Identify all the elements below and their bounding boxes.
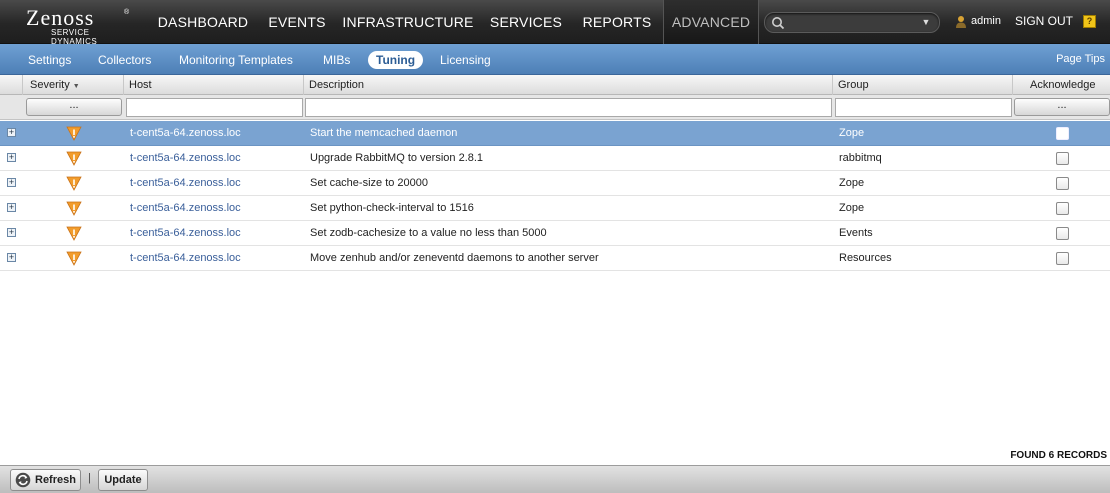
subnav-mibs[interactable]: MIBs: [323, 53, 350, 67]
column-header-severity[interactable]: Severity ▼: [23, 75, 124, 95]
expand-row-icon[interactable]: +: [7, 253, 16, 262]
group-filter-input[interactable]: [835, 98, 1012, 117]
row-host[interactable]: t-cent5a-64.zenoss.loc: [130, 121, 241, 146]
subnav-settings[interactable]: Settings: [28, 53, 71, 67]
row-group: Zope: [839, 202, 865, 214]
expand-row-icon[interactable]: +: [7, 178, 16, 187]
nav-infrastructure[interactable]: INFRASTRUCTURE: [338, 0, 478, 44]
update-button[interactable]: Update: [98, 469, 148, 491]
table-row[interactable]: + t-cent5a-64.zenoss.loc Set zodb-caches…: [0, 221, 1110, 246]
column-header-host[interactable]: Host: [124, 75, 304, 95]
row-group: Zope: [839, 127, 865, 139]
subnav-licensing[interactable]: Licensing: [440, 53, 491, 67]
expander-column-header: [0, 75, 23, 95]
current-user[interactable]: admin: [971, 15, 1001, 27]
sign-out-link[interactable]: SIGN OUT: [1015, 14, 1073, 28]
column-header-group[interactable]: Group: [833, 75, 1013, 95]
search-box[interactable]: ▼: [764, 12, 940, 33]
table-row[interactable]: + t-cent5a-64.zenoss.loc Set python-chec…: [0, 196, 1110, 221]
table-row[interactable]: + t-cent5a-64.zenoss.loc Move zenhub and…: [0, 246, 1110, 271]
acknowledge-checkbox[interactable]: [1056, 252, 1069, 265]
help-icon[interactable]: ?: [1083, 15, 1096, 28]
host-filter-input[interactable]: [126, 98, 303, 117]
chevron-down-icon[interactable]: ▼: [920, 15, 932, 29]
row-description: Start the memcached daemon: [310, 127, 458, 139]
sub-navigation-bar: Settings Collectors Monitoring Templates…: [0, 44, 1110, 75]
row-description: Set zodb-cachesize to a value no less th…: [310, 227, 547, 239]
row-host[interactable]: t-cent5a-64.zenoss.loc: [130, 221, 241, 246]
row-host[interactable]: t-cent5a-64.zenoss.loc: [130, 146, 241, 171]
table-row[interactable]: + t-cent5a-64.zenoss.loc Start the memca…: [0, 121, 1110, 146]
refresh-button[interactable]: Refresh: [10, 469, 81, 491]
warning-severity-icon: [66, 251, 82, 266]
search-icon: [772, 17, 785, 30]
row-group: Zope: [839, 177, 865, 189]
acknowledge-filter-button[interactable]: ...: [1014, 98, 1110, 116]
nav-events[interactable]: EVENTS: [258, 0, 336, 44]
sort-descending-icon: ▼: [72, 83, 80, 90]
row-group: Resources: [839, 252, 892, 264]
logo-registered-mark: ®: [124, 9, 130, 16]
expand-row-icon[interactable]: +: [7, 203, 16, 212]
table-row[interactable]: + t-cent5a-64.zenoss.loc Upgrade RabbitM…: [0, 146, 1110, 171]
toolbar-separator: |: [88, 472, 91, 484]
refresh-icon: [15, 472, 31, 488]
acknowledge-checkbox[interactable]: [1056, 177, 1069, 190]
column-header-description[interactable]: Description: [304, 75, 833, 95]
warning-severity-icon: [66, 151, 82, 166]
refresh-button-label: Refresh: [35, 474, 76, 486]
user-icon: [956, 16, 966, 28]
grid-header: Severity ▼ Host Description Group Acknowl…: [0, 75, 1110, 95]
bottom-toolbar: Refresh | Update: [0, 465, 1110, 493]
warning-severity-icon: [66, 201, 82, 216]
row-description: Set cache-size to 20000: [310, 177, 429, 189]
subnav-tuning[interactable]: Tuning: [368, 51, 424, 69]
column-header-acknowledge[interactable]: Acknowledge: [1013, 75, 1110, 95]
warning-severity-icon: [66, 176, 82, 191]
row-description: Move zenhub and/or zeneventd daemons to …: [310, 252, 599, 264]
warning-severity-icon: [66, 226, 82, 241]
description-filter-input[interactable]: [305, 98, 832, 117]
nav-services[interactable]: SERVICES: [482, 0, 570, 44]
table-row[interactable]: + t-cent5a-64.zenoss.loc Set cache-size …: [0, 171, 1110, 196]
acknowledge-checkbox[interactable]: [1056, 202, 1069, 215]
filter-row: ... ...: [0, 95, 1110, 120]
row-description: Set python-check-interval to 1516: [310, 202, 474, 214]
expand-row-icon[interactable]: +: [7, 153, 16, 162]
row-group: rabbitmq: [839, 152, 882, 164]
row-description: Upgrade RabbitMQ to version 2.8.1: [310, 152, 484, 164]
nav-advanced[interactable]: ADVANCED: [663, 0, 759, 44]
subnav-collectors[interactable]: Collectors: [98, 53, 151, 67]
warning-severity-icon: [66, 126, 82, 141]
row-host[interactable]: t-cent5a-64.zenoss.loc: [130, 196, 241, 221]
search-input[interactable]: [789, 15, 917, 30]
row-host[interactable]: t-cent5a-64.zenoss.loc: [130, 246, 241, 271]
zenoss-logo[interactable]: Zenoss ® SERVICE DYNAMICS: [26, 5, 136, 46]
record-count: FOUND 6 RECORDS: [1010, 450, 1107, 461]
row-host[interactable]: t-cent5a-64.zenoss.loc: [130, 171, 241, 196]
expand-row-icon[interactable]: +: [7, 228, 16, 237]
acknowledge-checkbox[interactable]: [1056, 152, 1069, 165]
acknowledge-checkbox[interactable]: [1056, 227, 1069, 240]
subnav-monitoring-templates[interactable]: Monitoring Templates: [179, 53, 293, 67]
nav-dashboard[interactable]: DASHBOARD: [150, 0, 256, 44]
expand-row-icon[interactable]: +: [7, 128, 16, 137]
top-navigation-bar: Zenoss ® SERVICE DYNAMICS DASHBOARD EVEN…: [0, 0, 1110, 46]
row-group: Events: [839, 227, 873, 239]
page-tips-link[interactable]: Page Tips: [1056, 53, 1105, 65]
severity-filter-button[interactable]: ...: [26, 98, 122, 116]
acknowledge-checkbox[interactable]: [1056, 127, 1069, 140]
events-grid-body: + t-cent5a-64.zenoss.loc Start the memca…: [0, 121, 1110, 271]
nav-reports[interactable]: REPORTS: [574, 0, 660, 44]
column-header-severity-label: Severity: [30, 79, 70, 91]
